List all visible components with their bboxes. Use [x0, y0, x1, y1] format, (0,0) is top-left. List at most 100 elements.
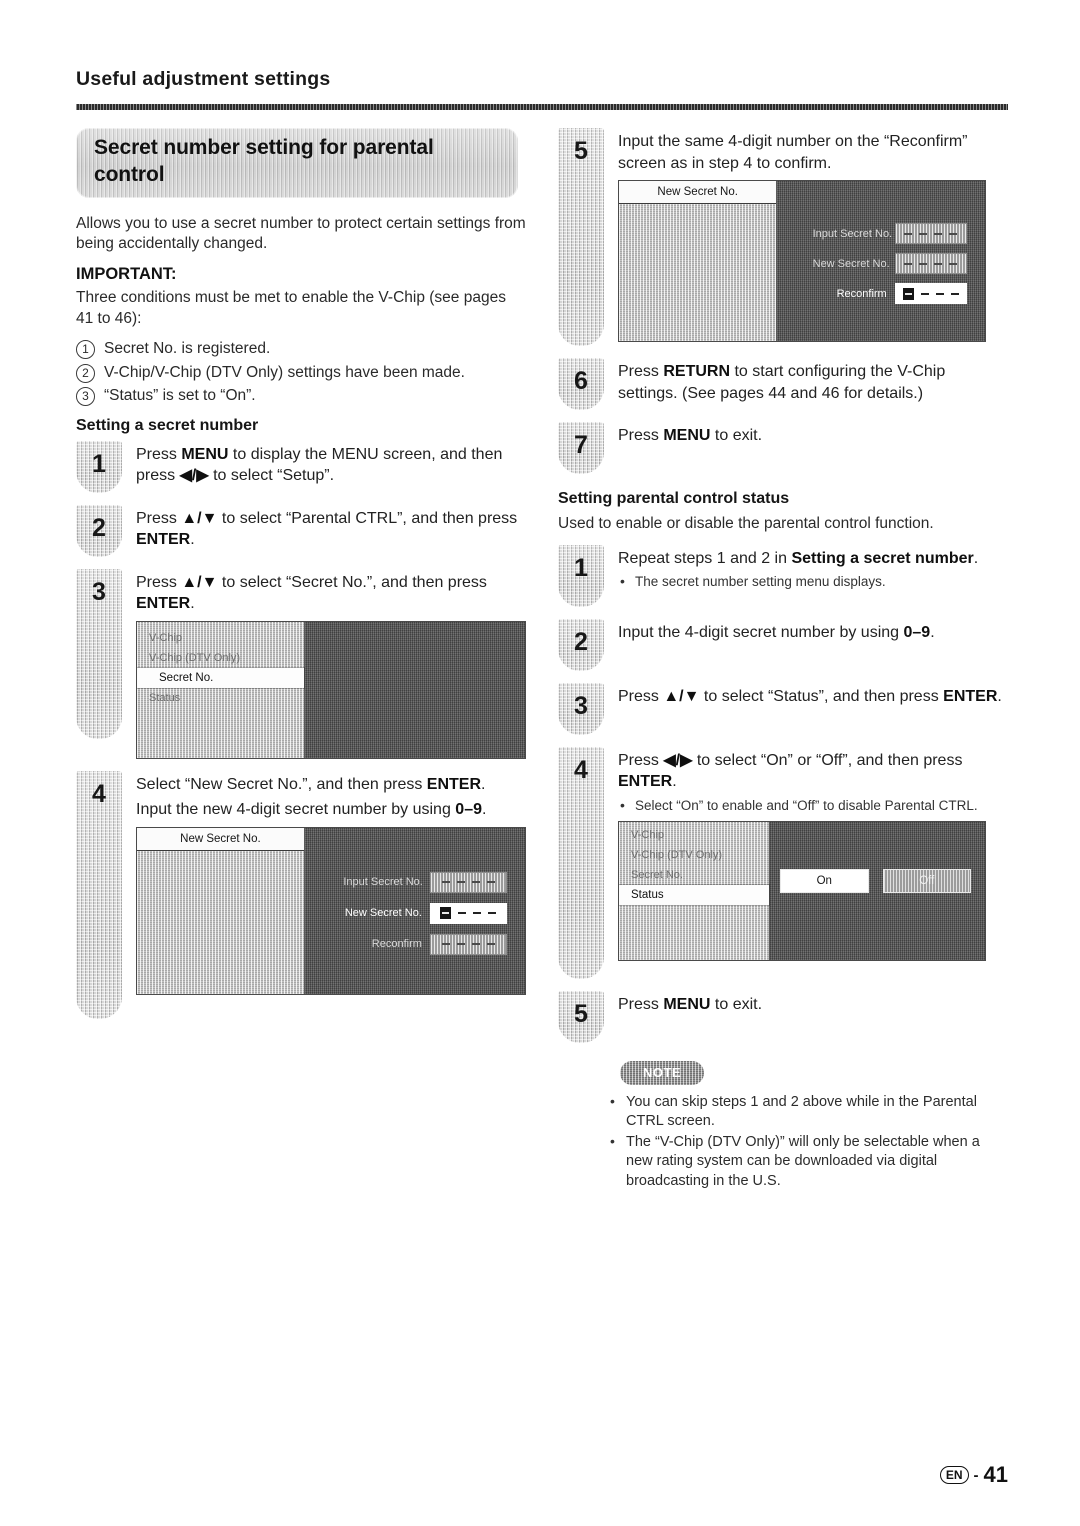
step-text: Press MENU to exit. — [618, 425, 1008, 447]
key-label: MENU — [663, 995, 711, 1013]
tv-field-panel: Input Secret No. New Secret No. Reconfir… — [304, 828, 525, 994]
tv-field-box — [429, 902, 507, 924]
step-number: 1 — [92, 449, 106, 478]
step-number-badge: 7 — [558, 422, 604, 474]
tv-field-input-secret-no: Input Secret No. — [813, 223, 967, 245]
digit-placeholder — [441, 881, 450, 884]
step-text-part: Press — [618, 751, 664, 769]
step-text: Press MENU to exit. — [618, 994, 1008, 1016]
cursor-icon — [440, 907, 452, 920]
condition-text: V-Chip/V-Chip (DTV Only) settings have b… — [104, 363, 465, 381]
key-label: MENU — [181, 445, 229, 463]
tv-field-label: New Secret No. — [812, 257, 890, 270]
step-number: 2 — [574, 627, 588, 656]
tv-screenshot-secret-no: V-Chip V-Chip (DTV Only) Secret No. Stat… — [136, 620, 526, 759]
note-item: You can skip steps 1 and 2 above while i… — [608, 1092, 1008, 1132]
left-column: Secret number setting for parental contr… — [76, 128, 526, 1031]
digit-placeholder — [486, 881, 495, 884]
digit-placeholder — [486, 943, 495, 946]
tv-field-reconfirm: Reconfirm — [813, 283, 967, 305]
digit-placeholder — [904, 262, 913, 265]
digit-placeholder — [919, 262, 928, 265]
step-body: Select “New Secret No.”, and then press … — [136, 771, 526, 995]
digit-placeholder — [920, 292, 929, 295]
step-6: 6 Press RETURN to start configuring the … — [558, 358, 1008, 410]
step-text: Select “New Secret No.”, and then press … — [136, 774, 526, 796]
step-7: 7 Press MENU to exit. — [558, 422, 1008, 474]
step-number-badge: 3 — [76, 568, 122, 739]
page-number: 41 — [983, 1462, 1008, 1487]
digit-placeholder — [456, 943, 465, 946]
condition-item: 3 “Status” is set to “On”. — [76, 386, 526, 407]
section-intro: Allows you to use a secret number to pro… — [76, 214, 526, 253]
tv-menu-item-v-chip-dtv: V-Chip (DTV Only) — [631, 848, 723, 861]
header-rule — [76, 104, 1008, 110]
digit-placeholder — [950, 292, 959, 295]
step-text: Press ◀/▶ to select “On” or “Off”, and t… — [618, 750, 1008, 793]
digit-placeholder — [471, 881, 480, 884]
language-badge: EN — [939, 1466, 969, 1484]
status-step-4: 4 Press ◀/▶ to select “On” or “Off”, and… — [558, 746, 1008, 979]
tv-menu: New Secret No. — [137, 827, 305, 994]
digit-placeholder — [949, 232, 958, 235]
cross-reference: Setting a secret number — [791, 549, 974, 567]
step-body: Press MENU to exit. — [618, 991, 1008, 1020]
step-text-part: Input the new 4-digit secret number by u… — [136, 801, 456, 819]
step-text: Repeat steps 1 and 2 in Setting a secret… — [618, 548, 1008, 570]
tv-button-off[interactable]: Off — [882, 869, 971, 894]
tv-screenshot-reconfirm: New Secret No. Input Secret No. New Secr… — [618, 180, 986, 343]
tv-menu: New Secret No. — [619, 181, 778, 342]
step-bullets: The secret number setting menu displays. — [618, 572, 1008, 591]
tv-field-label: Input Secret No. — [343, 876, 423, 889]
running-head: Useful adjustment settings — [76, 68, 331, 90]
step-text-part: Press — [136, 573, 182, 591]
tv-field-label: Reconfirm — [836, 287, 887, 300]
step-text-part: to exit. — [710, 995, 763, 1013]
step-body: Press MENU to exit. — [618, 422, 1008, 451]
step-text-part: to select “On” or “Off”, and then press — [692, 751, 963, 769]
digit-placeholder — [935, 292, 944, 295]
step-body: Repeat steps 1 and 2 in Setting a secret… — [618, 545, 1008, 593]
digit-placeholder — [456, 881, 465, 884]
tv-menu-item-secret-no: Secret No. — [631, 868, 683, 881]
step-text-part: Press — [618, 687, 664, 705]
condition-text: Secret No. is registered. — [104, 340, 271, 358]
key-label: ENTER — [136, 595, 191, 613]
step-number-badge: 3 — [558, 682, 604, 735]
tv-field-label: New Secret No. — [344, 907, 422, 920]
right-column: 5 Input the same 4-digit number on the “… — [558, 128, 1008, 1192]
tv-button-on[interactable]: On — [780, 869, 869, 894]
note-item: The “V-Chip (DTV Only)” will only be sel… — [608, 1132, 1008, 1192]
step-number: 4 — [574, 755, 588, 784]
cursor-icon — [902, 287, 914, 300]
step-body: Input the 4-digit secret number by using… — [618, 619, 1008, 648]
step-number-badge: 1 — [76, 440, 122, 493]
subsection-heading-parental-status: Setting parental control status — [558, 490, 790, 507]
manual-page: Useful adjustment settings Secret number… — [0, 0, 1080, 1526]
step-text-part: to select “Setup”. — [208, 467, 335, 485]
digit-placeholder — [949, 262, 958, 265]
bullet-item: The secret number setting menu displays. — [618, 572, 1008, 591]
step-number: 5 — [574, 999, 588, 1028]
tv-field-box — [894, 283, 967, 305]
step-number-badge: 4 — [558, 746, 604, 979]
step-text-part: . — [930, 623, 935, 641]
step-number: 5 — [574, 137, 588, 165]
step-text: Press ▲/▼ to select “Status”, and then p… — [618, 686, 1008, 708]
step-body: Press RETURN to start configuring the V-… — [618, 358, 1008, 408]
digit-placeholder — [441, 943, 450, 946]
footer-dash: - — [973, 1466, 979, 1484]
step-text: Press ▲/▼ to select “Parental CTRL”, and… — [136, 508, 526, 551]
tv-field-panel: Input Secret No. New Secret No. Reconfir… — [776, 181, 985, 341]
step-text-part: Press — [618, 995, 664, 1013]
step-number-badge: 5 — [558, 990, 604, 1043]
condition-item: 1 Secret No. is registered. — [76, 339, 526, 360]
tv-menu-title: New Secret No. — [137, 827, 304, 851]
dpad-up-down-icon: ▲/▼ — [663, 687, 700, 705]
digit-placeholder — [473, 912, 482, 915]
tv-menu: V-Chip V-Chip (DTV Only) Secret No. Stat… — [137, 621, 305, 758]
step-number-badge: 5 — [558, 128, 604, 346]
step-number: 2 — [92, 513, 106, 542]
step-text-part: Press — [618, 363, 664, 380]
step-number: 3 — [574, 691, 588, 720]
